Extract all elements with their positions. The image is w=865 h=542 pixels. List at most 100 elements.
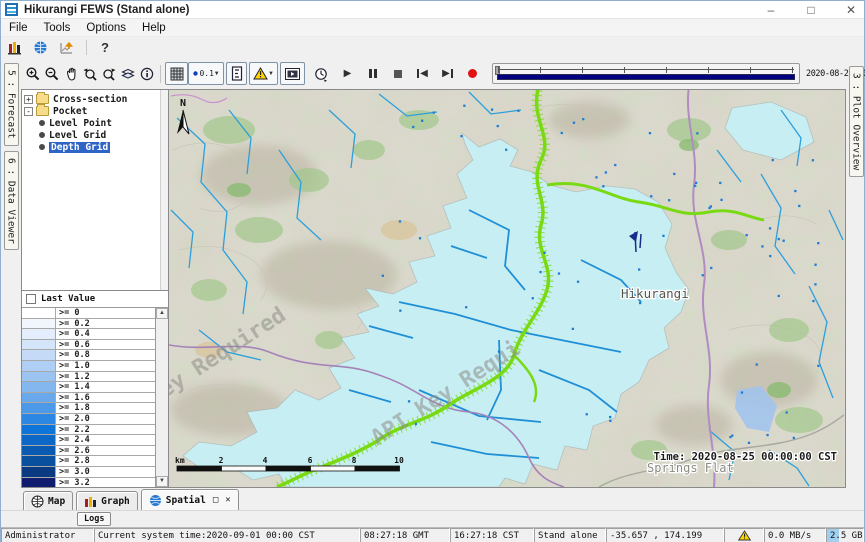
tree-item-level-point[interactable]: Level Point [22,117,168,129]
undock-icon[interactable]: □ [213,495,218,505]
chevron-down-icon: ▼ [268,71,274,77]
tab-plot-overview[interactable]: 3 : Plot Overview [849,66,864,177]
legend-label: >= 0.8 [56,350,155,360]
legend-row[interactable]: >= 2.2 [22,425,155,436]
legend-row[interactable]: >= 2.4 [22,435,155,446]
legend-label: >= 2.4 [56,435,155,445]
tab-data-viewer[interactable]: 6 : Data Viewer [4,151,19,251]
tree-item-level-grid[interactable]: Level Grid [22,129,168,141]
warning-thresholds-dropdown[interactable]: ▼ [249,62,278,85]
tab-graph[interactable]: Graph [76,491,138,510]
legend-title: Last Value [41,294,95,304]
collapse-icon[interactable]: - [24,107,33,116]
zoom-previous-icon[interactable] [80,63,99,84]
legend-row[interactable]: >= 0.8 [22,350,155,361]
svg-text:km: km [175,456,185,465]
tree-item-depth-grid[interactable]: Depth Grid [22,141,168,153]
legend-swatch [22,414,56,424]
menu-tools[interactable]: Tools [36,22,79,34]
scroll-down-icon[interactable]: ▼ [156,476,168,487]
place-label-hikurangi: Hikurangi [621,286,689,301]
legend-label: >= 1.6 [56,393,155,403]
menu-options[interactable]: Options [78,22,134,34]
animation-icon[interactable] [280,62,305,85]
help-button[interactable]: ? [97,40,113,55]
scroll-up-icon[interactable]: ▲ [156,308,168,319]
tab-map[interactable]: Map [23,491,73,510]
record-icon[interactable] [463,63,482,84]
legend-swatch [22,308,56,318]
skip-start-icon[interactable]: ◀ [413,63,432,84]
legend-row[interactable]: >= 2.8 [22,456,155,467]
close-button[interactable]: ✕ [844,2,858,18]
legend-row[interactable]: >= 2.6 [22,446,155,457]
legend-swatch [22,456,56,466]
application-window: Hikurangi FEWS (Stand alone) – □ ✕ File … [0,0,865,542]
legend-row[interactable]: >= 3.0 [22,467,155,478]
zoom-next-icon[interactable] [99,63,118,84]
legend-label: >= 2.2 [56,425,155,435]
blue-globe-icon [149,494,162,507]
minimize-button[interactable]: – [764,2,778,18]
stop-icon[interactable] [388,63,407,84]
layers-icon[interactable] [118,63,137,84]
tree-item-pocket[interactable]: - Pocket [22,105,168,117]
legend-row[interactable]: >= 1.0 [22,361,155,372]
legend-row[interactable]: >= 1.8 [22,403,155,414]
grid-value-label: 0.1 [199,69,213,78]
legend-scrollbar[interactable]: ▲ ▼ [155,308,168,487]
folder-icon [36,94,49,104]
legend-row[interactable]: >= 2.0 [22,414,155,425]
tree-scrollbar[interactable] [160,90,168,290]
legend-swatch [22,340,56,350]
legend-row[interactable]: >= 0.2 [22,319,155,330]
zoom-in-icon[interactable] [23,63,42,84]
menu-bar: File Tools Options Help [1,19,864,37]
legend-row[interactable]: >= 0 [22,308,155,319]
status-warning-cell[interactable] [724,528,764,542]
status-mode: Stand alone [534,528,606,542]
menu-help[interactable]: Help [134,22,174,34]
app-icon [5,3,18,16]
main-toolbar: ? [1,37,864,58]
skip-end-icon[interactable]: ▶ [438,63,457,84]
legend-row[interactable]: >= 1.6 [22,393,155,404]
classification-icon[interactable] [226,62,247,85]
timeseries-export-icon[interactable] [57,37,76,58]
tab-forecast[interactable]: 5 : Forecast [4,63,19,146]
database-icon[interactable] [5,37,24,58]
legend-row[interactable]: >= 1.4 [22,382,155,393]
maximize-button[interactable]: □ [804,2,818,18]
legend-row[interactable]: >= 0.6 [22,340,155,351]
logs-button[interactable]: Logs [77,512,111,526]
status-coordinates: -35.657 , 174.199 [606,528,724,542]
last-value-checkbox[interactable] [26,294,36,304]
legend-row[interactable]: >= 3.2 [22,478,155,488]
grid-display-icon[interactable] [165,62,188,85]
menu-file[interactable]: File [1,22,36,34]
time-slider[interactable] [492,63,800,84]
grid-value-dropdown[interactable]: 0.1▼ [188,62,224,85]
status-throughput: 0.0 MB/s [764,528,826,542]
legend-label: >= 2.0 [56,414,155,424]
bottom-tab-bar: Map Graph Spatial □ ✕ [1,488,864,510]
tab-spatial[interactable]: Spatial □ ✕ [141,489,239,510]
legend-row[interactable]: >= 0.4 [22,329,155,340]
info-icon[interactable] [137,63,156,84]
pan-hand-icon[interactable] [61,63,80,84]
pause-icon[interactable] [363,63,382,84]
spatial-map[interactable]: ey Required API Key Requi Hikurangi Spri… [169,89,846,488]
toolbar-separator [160,65,161,83]
zoom-out-icon[interactable] [42,63,61,84]
map-globe-icon[interactable] [31,37,50,58]
close-tab-icon[interactable]: ✕ [225,495,230,505]
legend-label: >= 2.6 [56,446,155,456]
time-slider-tick [708,67,709,73]
legend-row[interactable]: >= 1.2 [22,372,155,383]
svg-text:10: 10 [394,456,404,465]
timer-icon[interactable] [311,63,330,84]
expander-icon[interactable]: + [24,95,33,104]
play-icon[interactable]: ▶ [338,63,357,84]
legend-list: >= 0>= 0.2>= 0.4>= 0.6>= 0.8>= 1.0>= 1.2… [22,308,155,487]
legend-swatch [22,393,56,403]
